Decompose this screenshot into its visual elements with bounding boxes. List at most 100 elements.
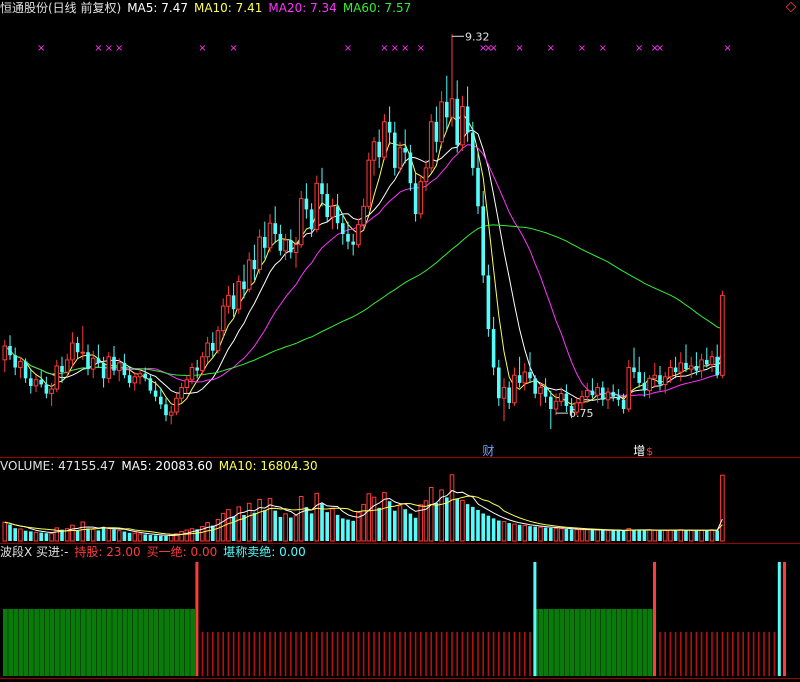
hold-bar [606,609,611,676]
candle-body [325,194,329,217]
volume-ma10-label: MA10: 16804.30 [218,459,318,473]
candle-body [673,367,678,373]
candle-body [226,294,231,307]
volume-bar [309,513,314,541]
volume-bar [538,526,543,542]
wait-bar [513,632,516,676]
candle-body [387,121,392,133]
candle-body [584,390,590,398]
volume-bar [293,515,299,542]
hold-bar [13,609,19,676]
candle [335,194,340,230]
wait-bar [305,632,308,676]
candle-body [263,237,267,248]
ma20-label: MA20: 7.34 [268,1,337,15]
candle-body [289,240,293,253]
hold-bar [616,609,622,676]
signal-marker: × [380,43,388,54]
signal-marker: × [229,43,237,54]
candle-body [465,106,470,133]
candle [590,378,595,399]
hold-bar [117,609,123,676]
volume-bar [346,519,350,541]
volume-bar [143,534,147,541]
wait-bar [269,632,271,676]
candle [512,367,517,406]
candle-body [595,387,600,396]
volume-bar [413,517,418,541]
volume-label: VOLUME: 47155.47 [0,459,116,473]
wait-bar [664,632,666,676]
volume-bar [553,527,559,542]
hold-bar [575,609,580,676]
candle [215,326,221,354]
candle-body [200,356,205,372]
candle [13,347,17,376]
candle [211,332,215,357]
candle [179,382,184,403]
candle [200,352,205,376]
hold-bar [148,609,154,676]
candle-body [293,244,299,253]
hold-bar [60,609,65,676]
volume-bar [684,530,688,541]
volume-bar [543,527,548,541]
candle-body [705,359,709,365]
hold-bar [159,609,164,676]
hold-bar [564,609,570,676]
candle [75,336,80,359]
candle-body [423,167,429,183]
volume-bar [476,509,480,541]
volume-bar [590,530,595,541]
hold-bar [65,609,71,676]
volume-bar [159,535,163,541]
candle [236,275,242,314]
stock-chart-canvas: × × × × × × × × × × × ××× × × × × × ×× ×9.326.75财增 $ [0,30,800,679]
candle [413,172,418,222]
wait-bar [326,632,328,676]
wait-bar [716,632,718,676]
hold-bar [611,609,617,676]
signal-marker: × [489,43,497,54]
candle [263,221,267,259]
volume-bar [298,496,304,542]
high-price-label: 9.32 [465,30,490,43]
volume-bar [616,530,621,541]
candle-body [2,345,8,361]
wait-bar [321,632,323,676]
volume-bar [678,529,684,542]
candle-body [75,343,80,353]
hold-bar [143,609,149,676]
wait-bar [763,632,765,676]
volume-bar [325,512,329,541]
candle [522,362,528,391]
candle-body [403,147,407,153]
sell-signal-bar [653,562,656,676]
candle-body [356,224,361,246]
hold-bar [96,609,102,676]
candle [460,95,465,151]
candle-body [195,367,199,371]
candle-body [143,373,147,379]
candle [164,398,168,422]
hold-bar [153,609,159,676]
candle [564,384,569,413]
volume-bar [408,513,413,541]
volume-bar [361,503,366,542]
volume-bar [246,502,252,542]
signal-marker: × [391,43,399,54]
wait-bar [264,632,266,676]
candle-body [528,372,532,379]
candle [18,356,23,379]
hold-bar [569,609,575,676]
hold-bar [49,609,55,676]
candle [29,369,33,394]
wait-bar [680,632,682,676]
hold-bar [112,609,117,676]
candle [632,347,636,379]
wait-bar [232,632,235,676]
candle [720,290,725,379]
candle [397,141,403,173]
hold-bar [34,609,39,676]
signal-marker: × [547,43,555,54]
